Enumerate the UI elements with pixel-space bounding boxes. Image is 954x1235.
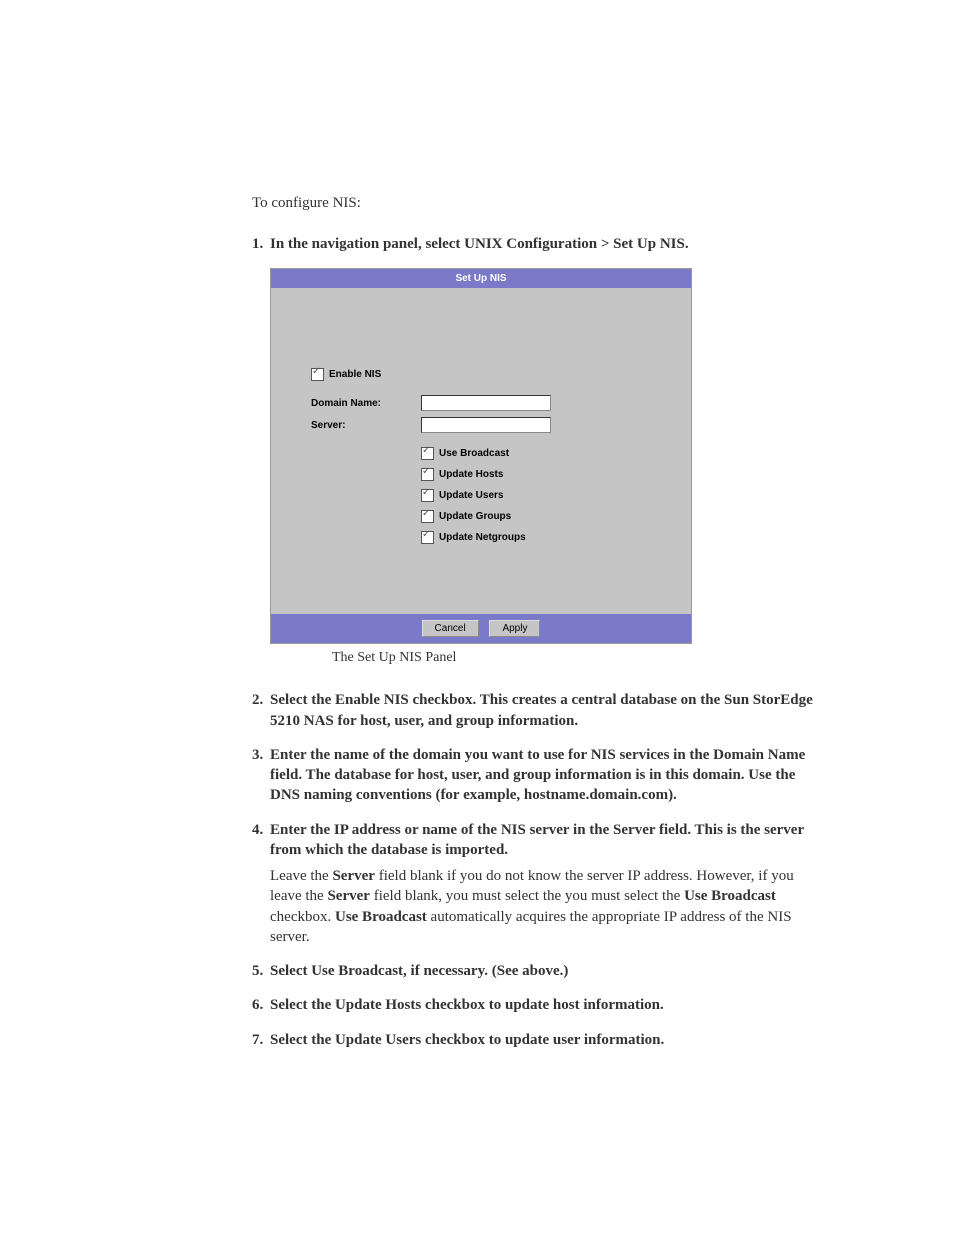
step-4-body-b4: Use Broadcast: [335, 909, 427, 925]
server-label: Server:: [311, 420, 421, 431]
step-4-body-b1: Server: [332, 868, 374, 884]
step-4-body-t1: Leave the: [270, 868, 332, 884]
step-7-text: Select the Update Users checkbox to upda…: [270, 1032, 664, 1048]
step-2: 2. Select the Enable NIS checkbox. This …: [252, 690, 824, 731]
update-hosts-checkbox[interactable]: [421, 468, 434, 481]
step-4-body: Leave the Server field blank if you do n…: [270, 866, 824, 947]
step-4-text: Enter the IP address or name of the NIS …: [270, 822, 804, 858]
panel-footer: Cancel Apply: [271, 614, 691, 643]
panel-caption: The Set Up NIS Panel: [332, 650, 824, 666]
step-5-num: 5.: [252, 961, 263, 981]
domain-name-label: Domain Name:: [311, 398, 421, 409]
use-broadcast-checkbox[interactable]: [421, 447, 434, 460]
update-users-checkbox[interactable]: [421, 489, 434, 502]
domain-name-input[interactable]: [421, 395, 551, 411]
step-5-text: Select Use Broadcast, if necessary. (See…: [270, 963, 568, 979]
step-4: 4. Enter the IP address or name of the N…: [252, 820, 824, 948]
step-1-num: 1.: [252, 234, 263, 254]
step-3-num: 3.: [252, 745, 263, 765]
step-2-text: Select the Enable NIS checkbox. This cre…: [270, 692, 813, 728]
step-2-num: 2.: [252, 690, 263, 710]
step-3: 3. Enter the name of the domain you want…: [252, 745, 824, 806]
panel-body: Enable NIS Domain Name: Server: Use Broa…: [271, 288, 691, 614]
step-7: 7. Select the Update Users checkbox to u…: [252, 1030, 824, 1050]
update-groups-checkbox[interactable]: [421, 510, 434, 523]
step-3-text: Enter the name of the domain you want to…: [270, 747, 805, 804]
step-4-body-t3: field blank, you must select the you mus…: [370, 888, 684, 904]
step-4-num: 4.: [252, 820, 263, 840]
update-netgroups-checkbox[interactable]: [421, 531, 434, 544]
step-4-body-t4: checkbox.: [270, 909, 335, 925]
intro-text: To configure NIS:: [252, 195, 824, 212]
apply-button[interactable]: Apply: [489, 620, 540, 637]
update-hosts-label: Update Hosts: [439, 469, 503, 480]
enable-nis-label: Enable NIS: [329, 369, 381, 380]
step-1: 1. In the navigation panel, select UNIX …: [252, 234, 824, 254]
use-broadcast-label: Use Broadcast: [439, 448, 509, 459]
step-6-num: 6.: [252, 995, 263, 1015]
step-5: 5. Select Use Broadcast, if necessary. (…: [252, 961, 824, 981]
step-7-num: 7.: [252, 1030, 263, 1050]
enable-nis-checkbox[interactable]: [311, 368, 324, 381]
update-groups-label: Update Groups: [439, 511, 511, 522]
step-1-text: In the navigation panel, select UNIX Con…: [270, 236, 689, 252]
step-6: 6. Select the Update Hosts checkbox to u…: [252, 995, 824, 1015]
nis-panel: Set Up NIS Enable NIS Domain Name: Serve…: [270, 268, 692, 644]
update-netgroups-label: Update Netgroups: [439, 532, 526, 543]
server-input[interactable]: [421, 417, 551, 433]
step-4-body-b3: Use Broadcast: [684, 888, 776, 904]
cancel-button[interactable]: Cancel: [422, 620, 479, 637]
panel-title: Set Up NIS: [271, 269, 691, 288]
update-users-label: Update Users: [439, 490, 503, 501]
step-4-body-b2: Server: [327, 888, 369, 904]
step-6-text: Select the Update Hosts checkbox to upda…: [270, 997, 664, 1013]
